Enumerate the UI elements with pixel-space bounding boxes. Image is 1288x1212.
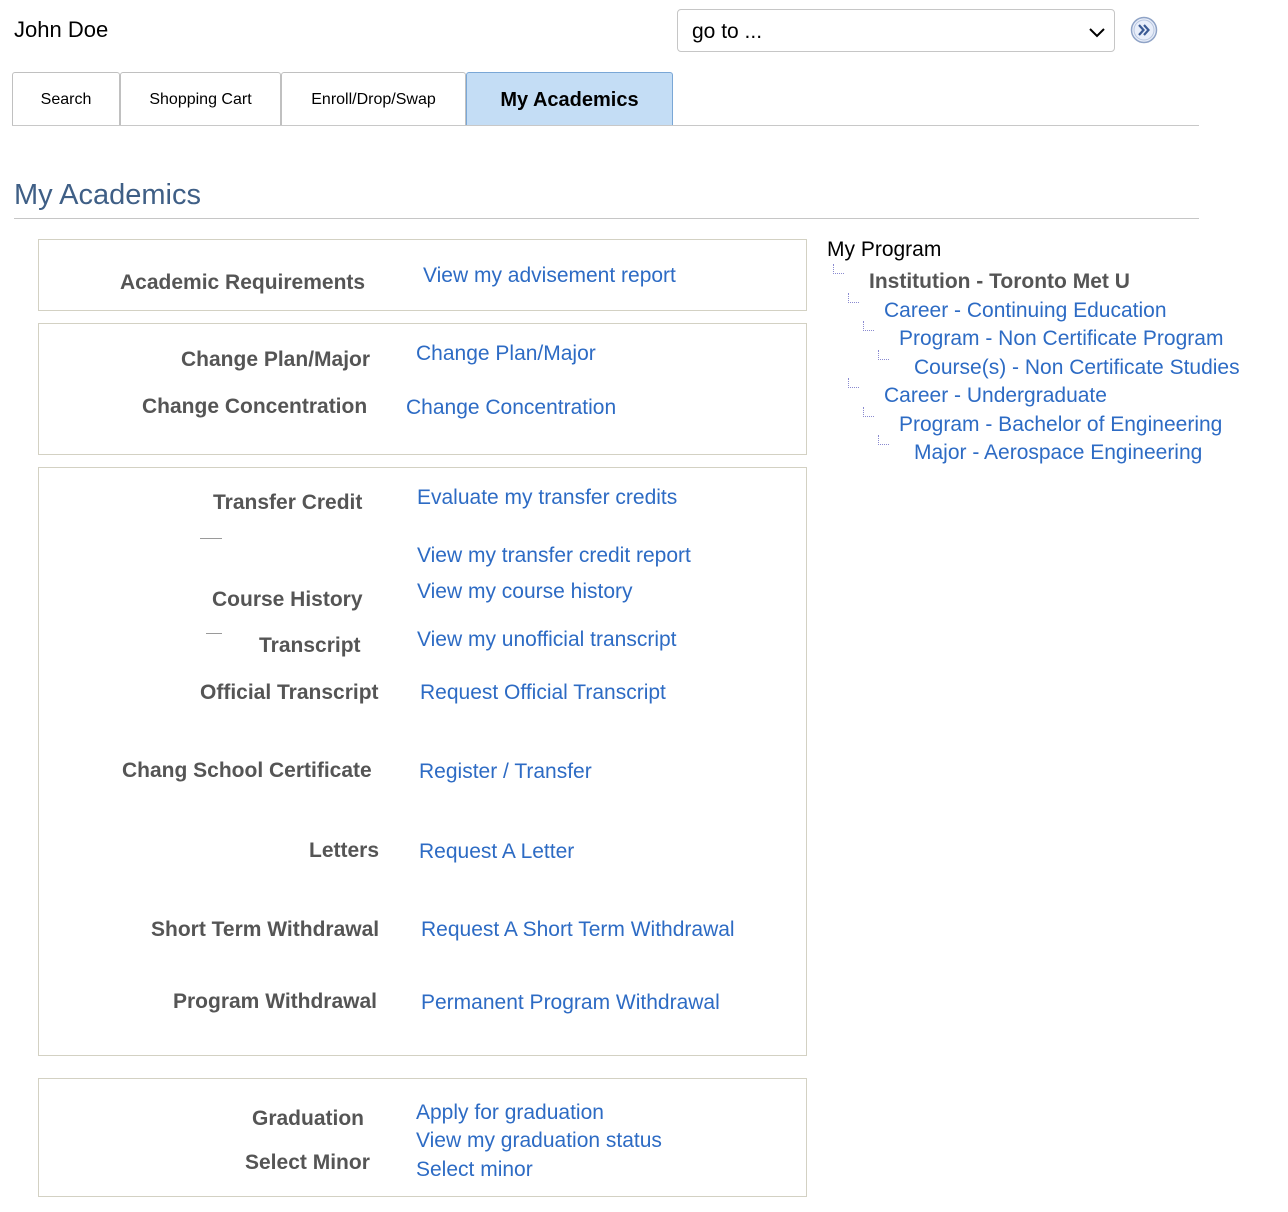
tab-my-academics[interactable]: My Academics <box>466 72 673 126</box>
tab-shopping-cart[interactable]: Shopping Cart <box>120 72 281 126</box>
double-chevron-right-icon <box>1130 16 1158 44</box>
register-transfer-link[interactable]: Register / Transfer <box>419 760 592 784</box>
short-term-withdrawal-link[interactable]: Request A Short Term Withdrawal <box>421 918 735 942</box>
change-concentration-label: Change Concentration <box>142 395 368 418</box>
short-term-withdrawal-label: Short Term Withdrawal <box>151 918 380 941</box>
tree-connector <box>833 264 844 274</box>
advisement-report-link[interactable]: View my advisement report <box>423 264 676 288</box>
transfer-credit-label: Transfer Credit <box>213 491 363 514</box>
tab-label: Search <box>40 91 92 108</box>
transcript-label: Transcript <box>259 634 361 657</box>
tabs-divider <box>12 125 1199 126</box>
course-history-link[interactable]: View my course history <box>417 580 633 604</box>
tree-connector <box>878 350 889 360</box>
divider-dash <box>206 633 222 634</box>
tab-label: Shopping Cart <box>149 91 252 108</box>
tree-career-undergraduate[interactable]: Career - Undergraduate <box>884 384 1107 408</box>
graduation-label: Graduation <box>252 1107 365 1130</box>
letters-label: Letters <box>309 839 380 862</box>
official-transcript-link[interactable]: Request Official Transcript <box>420 681 666 705</box>
user-name: John Doe <box>14 17 109 42</box>
request-letter-link[interactable]: Request A Letter <box>419 840 574 864</box>
program-withdrawal-label: Program Withdrawal <box>173 990 378 1013</box>
program-withdrawal-link[interactable]: Permanent Program Withdrawal <box>421 991 720 1015</box>
tree-career-continuing-education[interactable]: Career - Continuing Education <box>884 299 1167 323</box>
goto-select-value: go to ... <box>692 20 763 43</box>
unofficial-transcript-link[interactable]: View my unofficial transcript <box>417 628 677 652</box>
change-concentration-link[interactable]: Change Concentration <box>406 396 616 420</box>
tree-program-non-certificate[interactable]: Program - Non Certificate Program <box>899 327 1223 351</box>
apply-graduation-link[interactable]: Apply for graduation <box>416 1101 604 1125</box>
tree-connector <box>848 293 859 303</box>
tab-label: My Academics <box>500 89 639 111</box>
my-program-heading: My Program <box>827 238 942 261</box>
page-title: My Academics <box>14 179 201 211</box>
tree-connector <box>863 321 874 331</box>
tree-connector <box>863 407 874 417</box>
academic-requirements-label: Academic Requirements <box>120 271 366 294</box>
goto-select[interactable]: go to ... <box>677 9 1115 52</box>
chevron-down-icon <box>1089 28 1105 38</box>
select-minor-label: Select Minor <box>245 1151 370 1174</box>
course-history-label: Course History <box>212 588 363 611</box>
change-plan-link[interactable]: Change Plan/Major <box>416 342 596 366</box>
tree-course-non-certificate-studies[interactable]: Course(s) - Non Certificate Studies <box>914 356 1240 380</box>
tree-connector <box>878 435 889 445</box>
tree-program-bachelor-engineering[interactable]: Program - Bachelor of Engineering <box>899 413 1222 437</box>
evaluate-transfer-credits-link[interactable]: Evaluate my transfer credits <box>417 486 677 510</box>
tab-enroll-drop-swap[interactable]: Enroll/Drop/Swap <box>281 72 466 126</box>
title-divider <box>14 218 1199 219</box>
tab-search[interactable]: Search <box>12 72 120 126</box>
tree-connector <box>848 378 859 388</box>
official-transcript-label: Official Transcript <box>200 681 379 704</box>
tree-institution: Institution - Toronto Met U <box>869 270 1130 293</box>
go-button[interactable] <box>1130 16 1158 44</box>
tree-major-aerospace-engineering[interactable]: Major - Aerospace Engineering <box>914 441 1202 465</box>
transfer-credit-report-link[interactable]: View my transfer credit report <box>417 544 691 568</box>
chang-school-certificate-label: Chang School Certificate <box>122 759 372 782</box>
change-plan-label: Change Plan/Major <box>181 348 371 371</box>
divider-dash <box>200 538 222 539</box>
tab-label: Enroll/Drop/Swap <box>311 91 436 108</box>
graduation-status-link[interactable]: View my graduation status <box>416 1129 662 1153</box>
select-minor-link[interactable]: Select minor <box>416 1158 533 1182</box>
